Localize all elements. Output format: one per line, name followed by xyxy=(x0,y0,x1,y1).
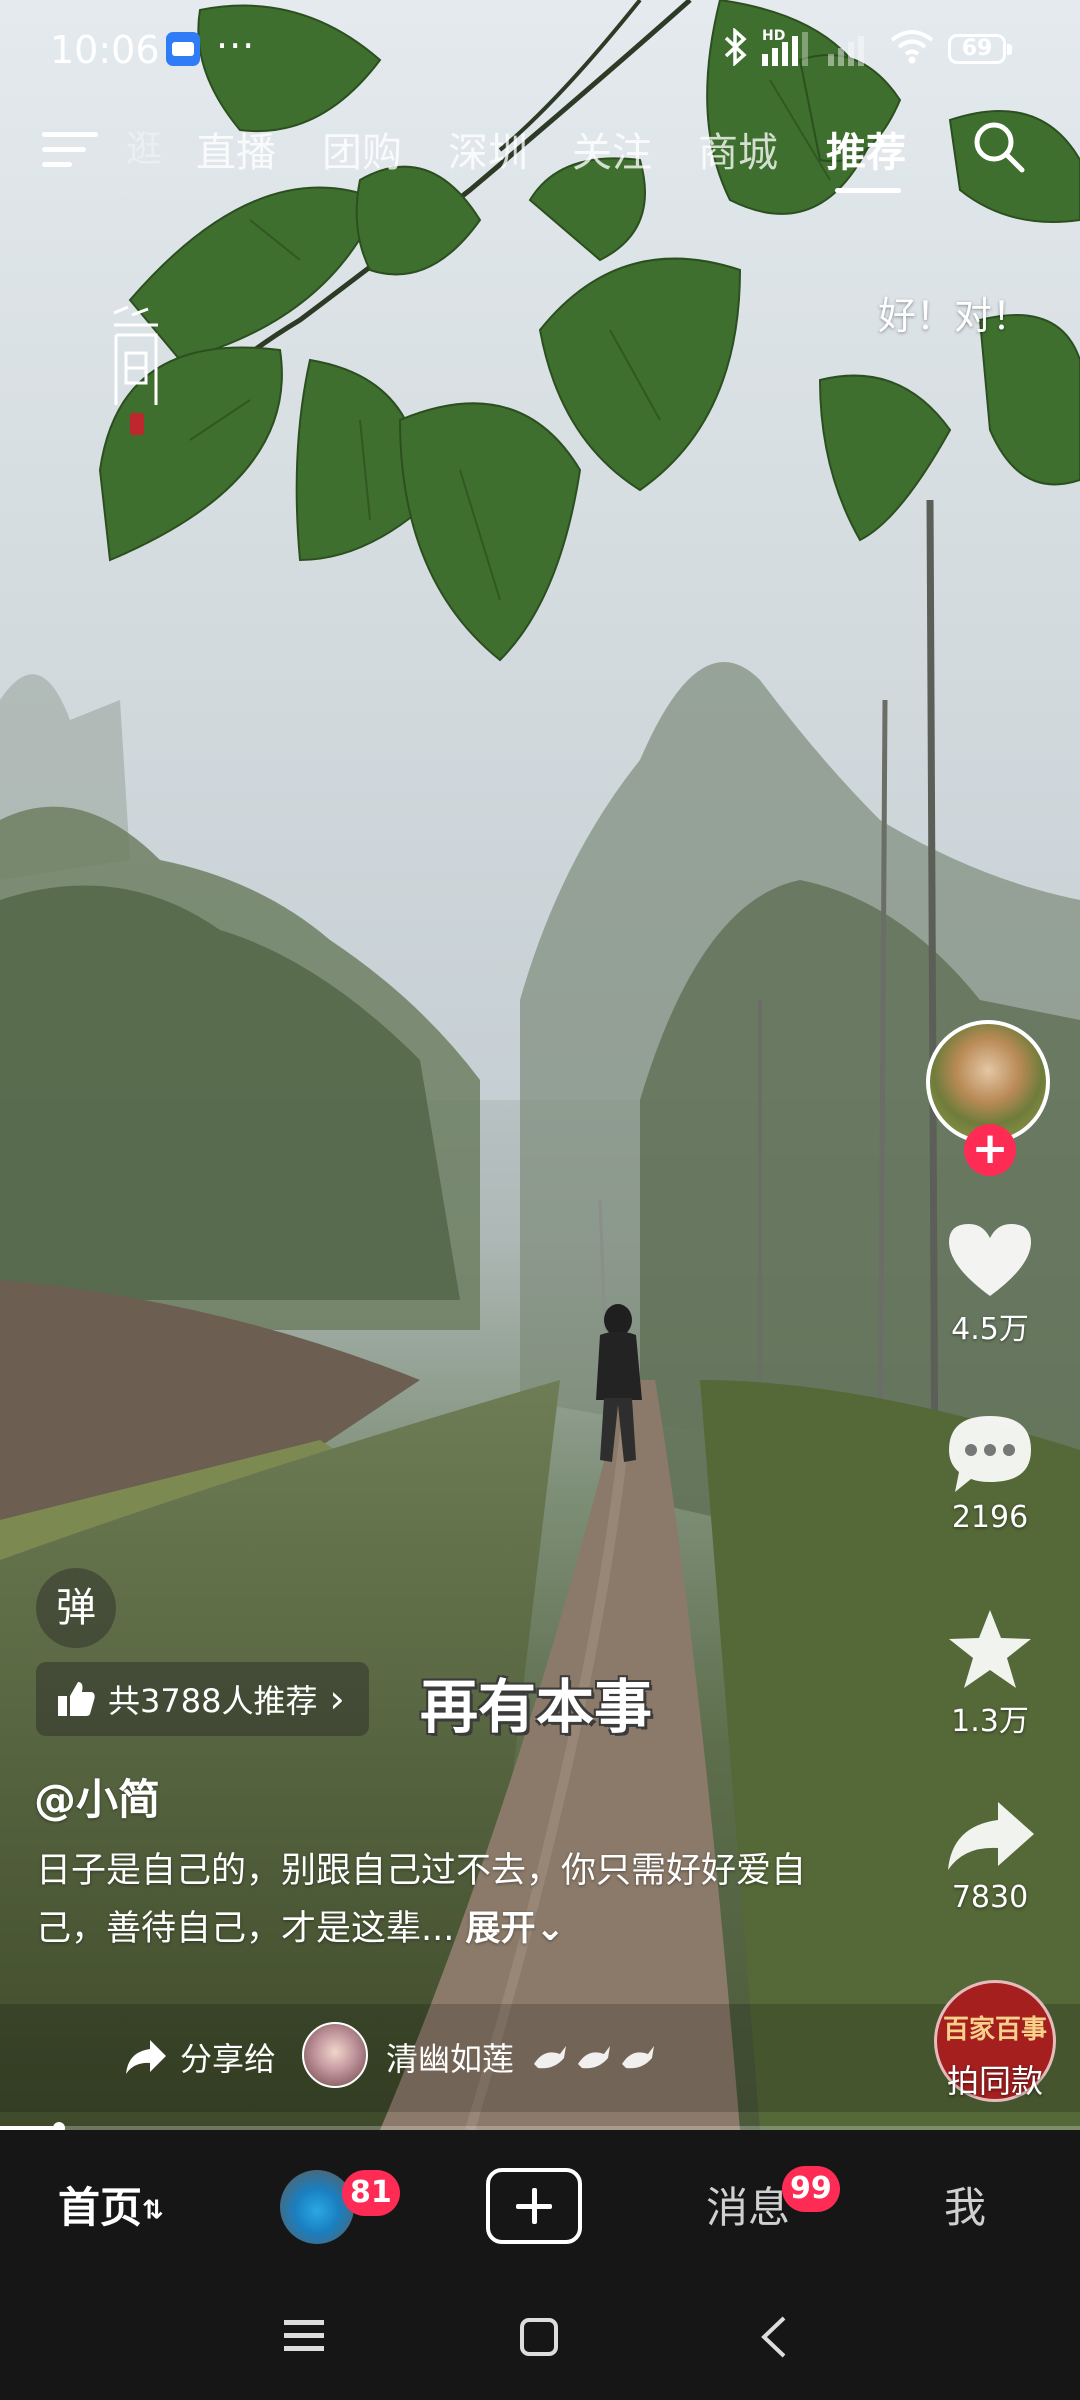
messages-badge: 99 xyxy=(782,2166,840,2212)
favorite-button[interactable]: 1.3万 xyxy=(920,1606,1060,1740)
nav-friends-avatar[interactable] xyxy=(280,2170,354,2244)
recommend-count-label: 共3788人推荐 xyxy=(108,1682,318,1720)
bluetooth-icon xyxy=(722,27,750,75)
creator-watermark-logo xyxy=(108,305,164,445)
friend-avatar-small xyxy=(302,2022,368,2088)
create-button[interactable] xyxy=(486,2168,582,2244)
comment-icon xyxy=(949,1416,1031,1492)
tab-mall[interactable]: 商城 xyxy=(698,120,778,178)
like-button[interactable]: 4.5万 xyxy=(920,1220,1060,1348)
nav-home[interactable]: 首页⇅ xyxy=(58,2174,164,2235)
tab-following[interactable]: 关注 xyxy=(572,120,652,178)
battery-icon: 69 xyxy=(948,34,1012,64)
comment-count: 2196 xyxy=(951,1500,1029,1535)
share-arrow-icon xyxy=(948,1802,1034,1870)
star-icon xyxy=(949,1610,1031,1688)
more-notifications-icon: ··· xyxy=(216,24,256,68)
status-bar: 10:06 ··· HD 69 xyxy=(0,0,1080,100)
share-to-label: 分享给 xyxy=(180,2040,277,2078)
tab-live[interactable]: 直播 xyxy=(196,120,276,178)
wallet-icon xyxy=(166,32,200,66)
danmaku-toggle-button[interactable]: 弹 xyxy=(36,1568,116,1648)
plus-icon-v xyxy=(532,2188,537,2224)
share-count: 7830 xyxy=(951,1880,1029,1915)
same-style-brand: 百家百事 xyxy=(942,2015,1047,2045)
video-description: 日子是自己的，别跟自己过不去，你只需好好爱自己，善待自己，才是这辈... 展开⌄ xyxy=(36,1842,836,1958)
search-icon[interactable] xyxy=(970,118,1026,174)
recent-apps-icon[interactable] xyxy=(282,2316,326,2356)
wifi-icon xyxy=(890,28,934,68)
signal-icon-secondary xyxy=(828,32,864,66)
share-friend-name: 清幽如莲 xyxy=(386,2040,515,2078)
recommend-chip[interactable]: 共3788人推荐 › xyxy=(36,1662,369,1736)
nav-messages[interactable]: 消息 xyxy=(706,2174,790,2235)
swap-icon: ⇅ xyxy=(142,2195,164,2226)
expand-button[interactable]: 展开⌄ xyxy=(466,1909,565,1949)
bottom-nav-bar: 首页⇅ 81 消息 99 我 xyxy=(0,2130,1080,2280)
shoot-same-style-label[interactable]: 拍同款 xyxy=(930,2056,1060,2102)
nav-home-label: 首页 xyxy=(58,2183,143,2232)
tab-city[interactable]: 深圳 xyxy=(448,120,528,178)
nav-me[interactable]: 我 xyxy=(944,2174,986,2235)
description-text: 日子是自己的，别跟自己过不去，你只需好好爱自己，善待自己，才是这辈... xyxy=(36,1851,807,1949)
menu-icon[interactable] xyxy=(42,126,98,172)
video-player[interactable]: 10:06 ··· HD 69 逛 直播 团购 深圳 关注 商城 推荐 好！对！… xyxy=(0,0,1080,2130)
follow-button[interactable]: + xyxy=(964,1124,1016,1176)
tab-recommend[interactable]: 推荐 xyxy=(826,120,906,178)
system-nav-bar xyxy=(0,2280,1080,2400)
like-count: 4.5万 xyxy=(951,1312,1029,1347)
tab-group-buy[interactable]: 团购 xyxy=(322,120,402,178)
comment-button[interactable]: 2196 xyxy=(920,1412,1060,1535)
chevron-down-icon: ⌄ xyxy=(535,1909,565,1949)
signal-icon xyxy=(762,32,808,66)
back-icon[interactable] xyxy=(758,2314,790,2360)
active-tab-indicator xyxy=(835,188,901,193)
heart-icon xyxy=(949,1224,1031,1296)
share-button[interactable]: 7830 xyxy=(920,1796,1060,1915)
favorite-count: 1.3万 xyxy=(951,1704,1029,1739)
top-tab-bar: 逛 直播 团购 深圳 关注 商城 推荐 xyxy=(0,110,1080,200)
chevron-right-icon: › xyxy=(329,1677,345,1721)
friends-badge: 81 xyxy=(342,2170,400,2216)
dove-emoji-icons xyxy=(534,2046,654,2069)
playback-scrubber[interactable] xyxy=(53,2122,66,2130)
tab-partial[interactable]: 逛 xyxy=(126,120,162,172)
author-name[interactable]: @小简 xyxy=(34,1766,160,1827)
home-icon[interactable] xyxy=(518,2316,560,2358)
expand-label: 展开 xyxy=(465,1909,536,1949)
share-to-friend-row[interactable]: 分享给 清幽如莲 xyxy=(0,2004,1080,2112)
thumbs-up-icon xyxy=(58,1682,95,1716)
video-subtitle: 再有本事 xyxy=(420,1673,653,1741)
danmu-comment: 好！对！ xyxy=(878,294,1031,338)
share-forward-icon xyxy=(126,2040,166,2074)
status-time: 10:06 xyxy=(50,28,160,72)
